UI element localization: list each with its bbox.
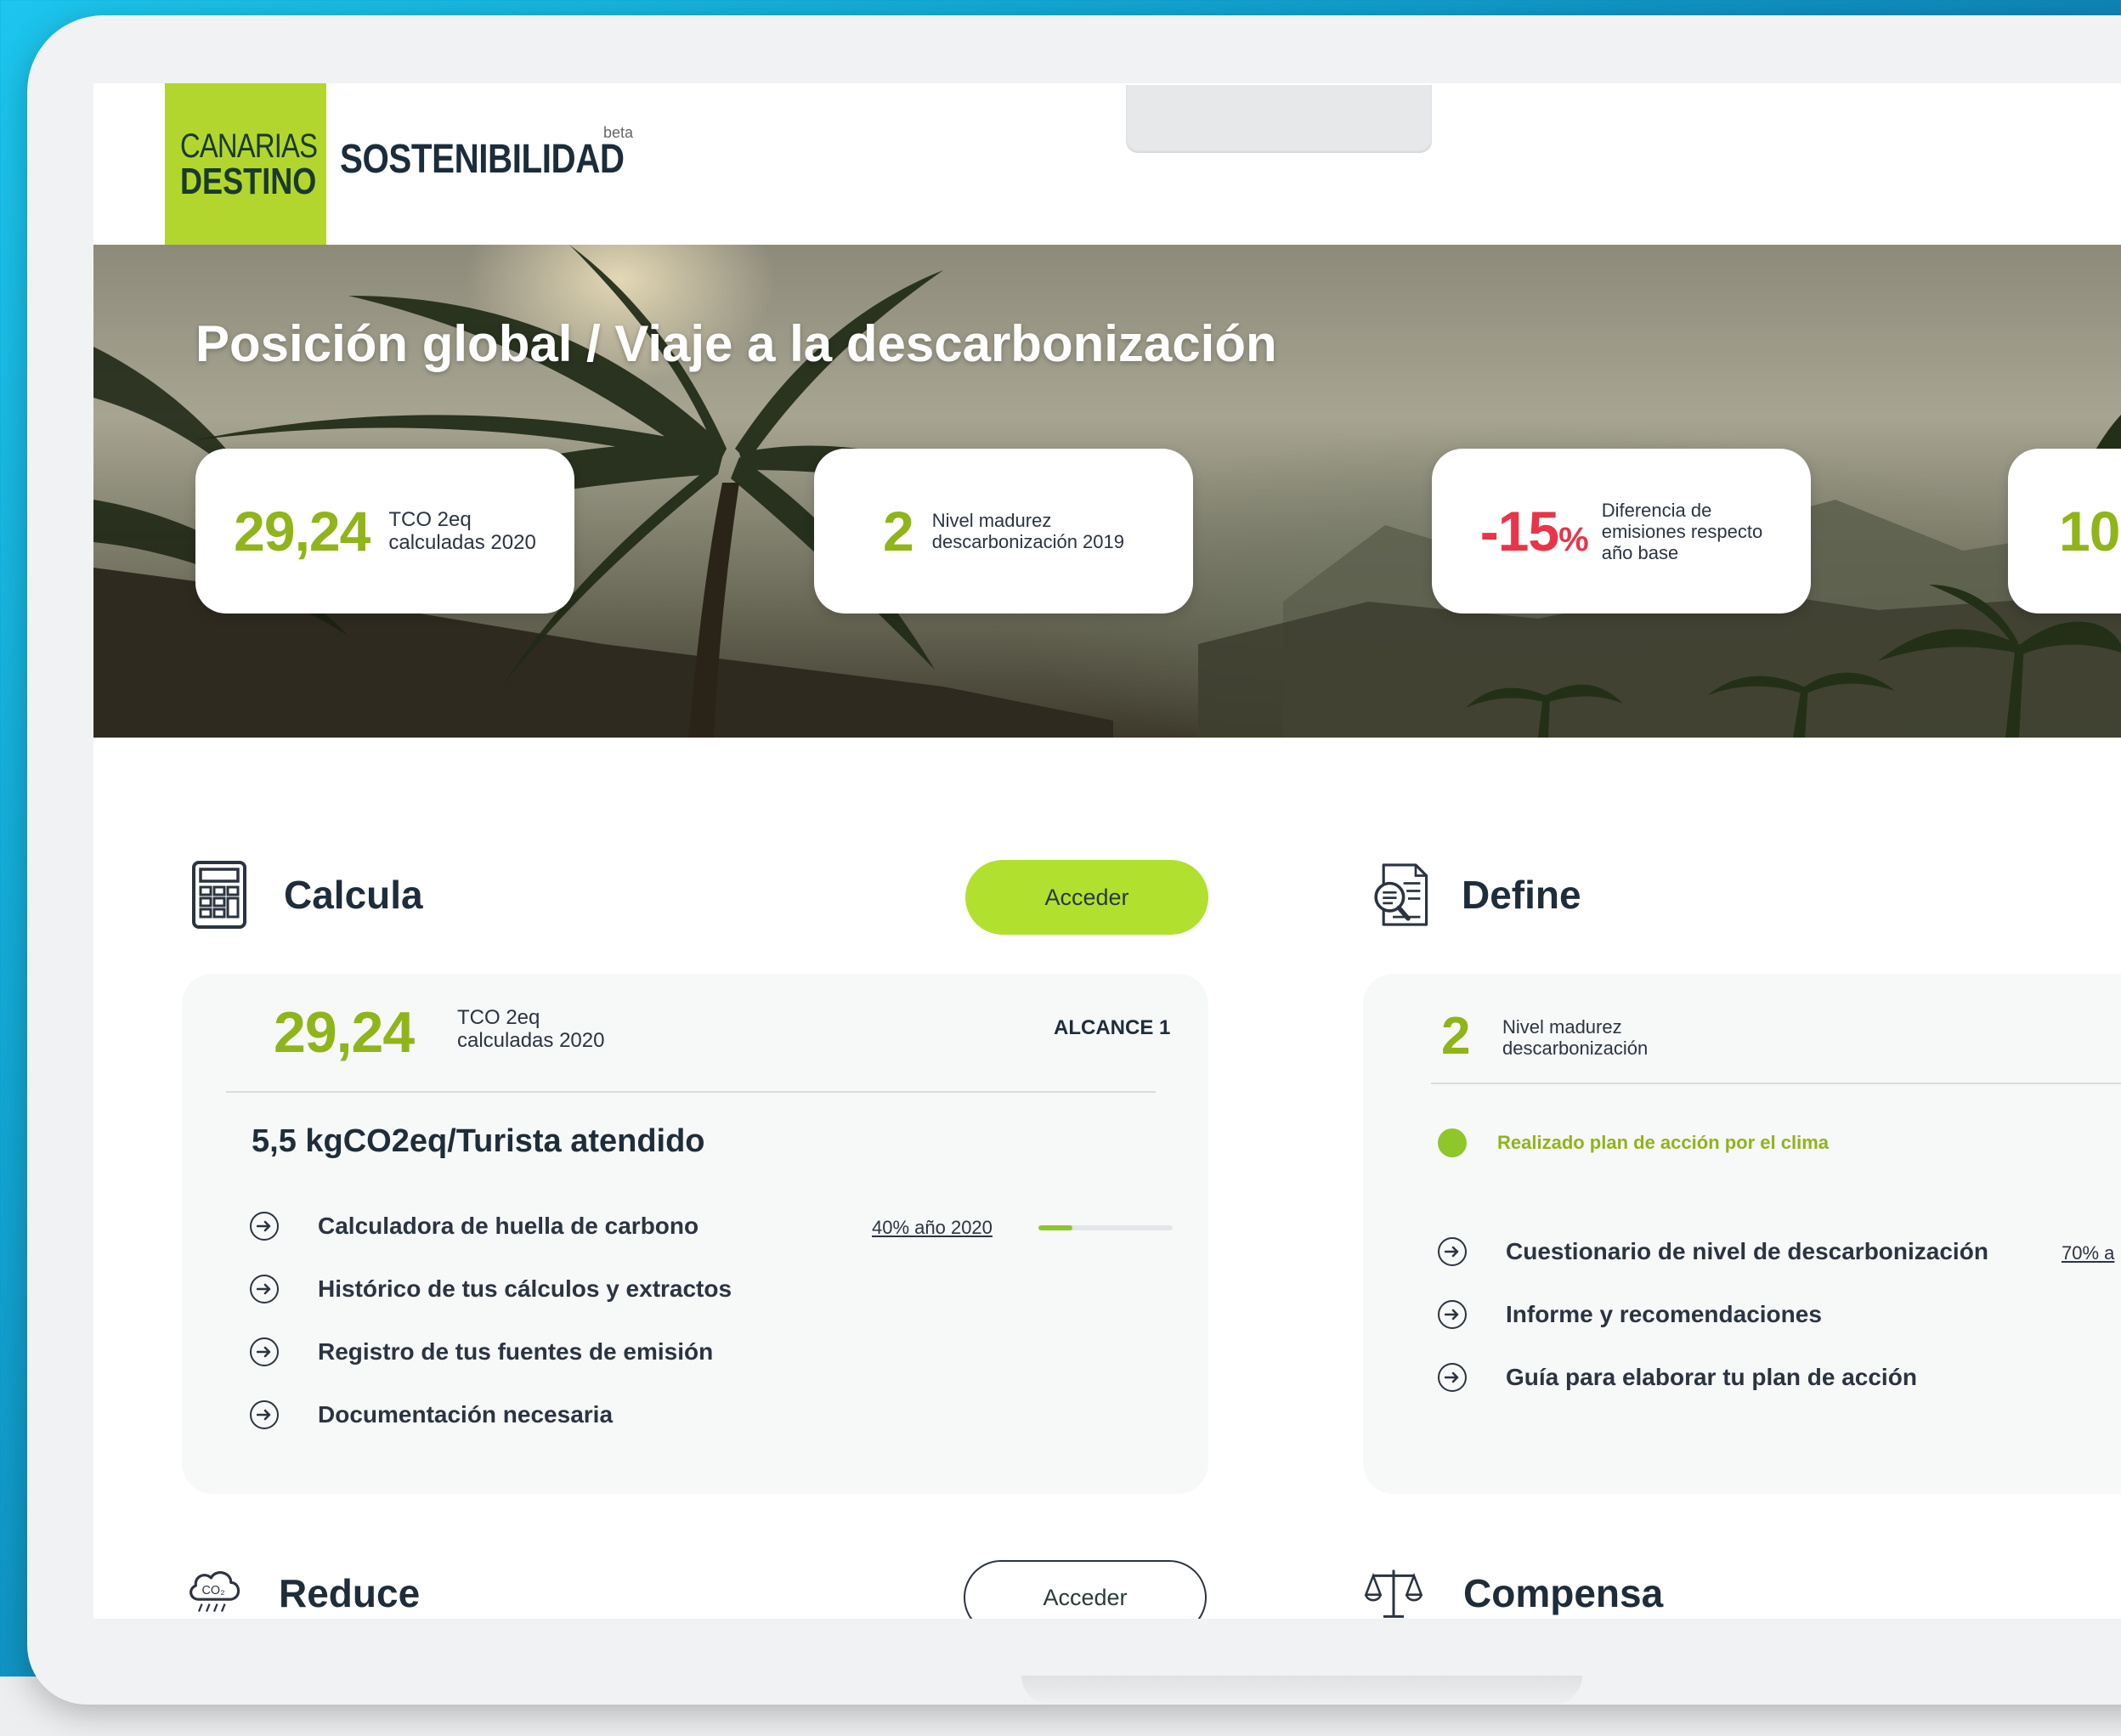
link-documentation[interactable]: Documentación necesaria [250,1400,613,1429]
link-label: Documentación necesaria [318,1401,614,1428]
co2-cloud-icon: CO₂ [184,1557,245,1619]
link-calculation-history[interactable]: Histórico de tus cálculos y extractos [250,1275,732,1303]
stat-card-partial[interactable]: 10 [2008,449,2121,614]
logo-line-1: CANARIAS [180,127,318,165]
compensa-header: Compensa [1363,1557,1663,1619]
beta-badge: beta [603,124,634,141]
stat-card-emissions[interactable]: 29,24 TCO 2eq calculadas 2020 [195,449,574,614]
define-divider [1431,1083,2121,1084]
define-header: Define [1370,858,1581,931]
calcula-divider [226,1091,1156,1093]
link-report-recommendations[interactable]: Informe y recomendaciones [1438,1300,1822,1329]
link-label: Guía para elaborar tu plan de acción [1506,1364,1917,1390]
brand-title: SOSTENIBILIDAD [340,137,625,182]
status-text: Realizado plan de acción por el clima [1497,1132,1830,1153]
link-label: Histórico de tus cálculos y extractos [318,1275,732,1302]
calculator-icon [189,858,250,931]
stat-card-difference[interactable]: -15% Diferencia de emisiones respecto añ… [1432,449,1811,614]
define-big-value: 2 [1441,1007,1470,1066]
stat-label-line: calculadas 2020 [388,531,536,554]
stat-label: TCO 2eq calculadas 2020 [388,508,535,554]
link-emission-sources[interactable]: Registro de tus fuentes de emisión [250,1337,713,1366]
stat-label: Nivel madurez descarbonización 2019 [932,510,1124,552]
define-title: Define [1462,873,1581,917]
svg-text:CO₂: CO₂ [202,1584,225,1597]
hero-banner: Posición global / Viaje a la descarboniz… [93,245,2121,738]
link-label: Registro de tus fuentes de emisión [318,1338,714,1365]
stat-value: -15% [1479,499,1589,563]
calcula-metric: 5,5 kgCO2eq/Turista atendido [252,1123,705,1159]
compensa-title: Compensa [1463,1571,1664,1615]
reduce-access-button[interactable]: Acceder [964,1560,1207,1619]
hero-title: Posición global / Viaje a la descarboniz… [195,315,1277,372]
calcula-access-button[interactable]: Acceder [965,860,1208,935]
arrow-right-circle-icon [250,1400,279,1429]
balance-scale-icon [1363,1557,1424,1619]
status-complete-icon [1438,1128,1467,1157]
arrow-right-circle-icon [1438,1237,1467,1266]
define-panel: 2 Nivel madurez descarbonización Realiza… [1363,974,2121,1494]
logo[interactable]: CANARIAS DESTINO [165,83,326,245]
laptop-notch [1126,85,1432,153]
calcula-title: Calcula [284,873,423,917]
stat-value-number: -15 [1479,500,1559,563]
stat-label-line: TCO 2eq [388,508,472,531]
arrow-right-circle-icon [250,1337,279,1366]
stat-card-maturity[interactable]: 2 Nivel madurez descarbonización 2019 [814,449,1193,614]
scope-label: ALCANCE 1 [1054,1016,1171,1039]
stat-label: Diferencia de emisiones respecto año bas… [1602,500,1763,563]
reduce-title: Reduce [279,1571,421,1615]
stat-value: 29,24 [234,500,370,563]
link-label: Informe y recomendaciones [1506,1301,1822,1327]
calcula-label-line: calculadas 2020 [457,1029,605,1052]
logo-line-2: DESTINO [180,161,317,202]
calcula-panel: 29,24 TCO 2eq calculadas 2020 ALCANCE 1 … [182,974,1208,1494]
stat-value-unit: % [1558,521,1589,558]
calcula-big-value: 29,24 [274,1000,415,1065]
stat-label-line: año base [1601,541,1679,563]
calculator-progress-fill [1038,1225,1072,1230]
arrow-right-circle-icon [1438,1300,1467,1329]
calculator-progress-bar [1038,1225,1173,1230]
questionnaire-progress-label[interactable]: 70% a [2062,1242,2114,1264]
arrow-right-circle-icon [1438,1363,1467,1392]
define-label-line: descarbonización [1502,1038,1649,1059]
app-header: CANARIAS DESTINO SOSTENIBILIDAD beta [93,83,2121,245]
link-label: Cuestionario de nivel de descarbonizació… [1506,1238,1988,1264]
reduce-header: CO₂ Reduce [184,1557,420,1619]
link-action-plan-guide[interactable]: Guía para elaborar tu plan de acción [1438,1363,1917,1392]
app-screen: CANARIAS DESTINO SOSTENIBILIDAD beta Pos… [93,83,2121,1619]
stat-value: 2 [883,500,914,563]
stat-value: 10 [2059,500,2120,563]
link-decarbonization-questionnaire[interactable]: Cuestionario de nivel de descarbonizació… [1438,1237,1988,1266]
document-search-icon [1370,858,1431,931]
stat-label-line: Nivel madurez [931,510,1052,531]
define-label: Nivel madurez descarbonización [1502,1016,1648,1059]
stat-label-line: Diferencia de [1601,499,1712,521]
calcula-header: Calcula [189,858,423,931]
laptop-foot [1021,1676,1582,1705]
calculator-progress-label[interactable]: 40% año 2020 [872,1217,993,1239]
link-label: Calculadora de huella de carbono [318,1213,699,1239]
define-label-line: Nivel madurez [1502,1016,1622,1038]
calcula-label: TCO 2eq calculadas 2020 [457,1006,604,1052]
link-carbon-calculator[interactable]: Calculadora de huella de carbono [250,1212,699,1241]
stat-label-line: descarbonización 2019 [931,531,1124,552]
stat-label-line: emisiones respecto [1601,520,1763,542]
arrow-right-circle-icon [250,1275,279,1303]
calcula-label-line: TCO 2eq [457,1006,540,1029]
arrow-right-circle-icon [250,1212,279,1241]
